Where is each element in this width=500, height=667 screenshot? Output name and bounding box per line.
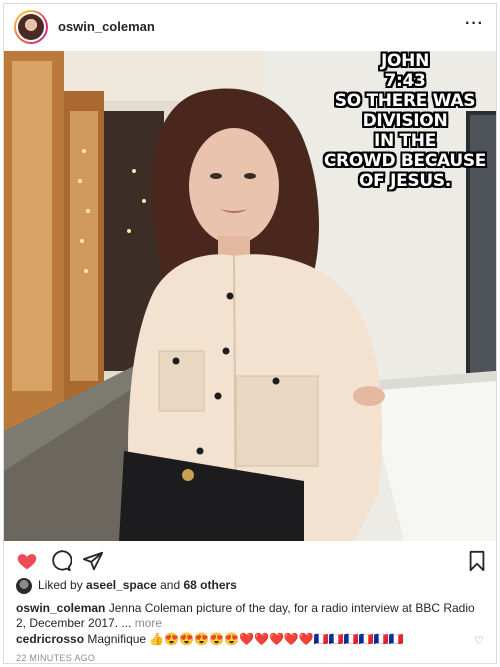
heart-outline-icon[interactable]: ♡ bbox=[474, 634, 484, 647]
caption-more-link[interactable]: more bbox=[135, 616, 162, 630]
instagram-post: oswin_coleman ··· JOHN 7:43 SO THERE WAS… bbox=[3, 3, 497, 664]
action-bar bbox=[4, 544, 496, 578]
avatar[interactable] bbox=[14, 10, 48, 44]
likes-others-link[interactable]: 68 others bbox=[184, 578, 237, 592]
comment-icon[interactable] bbox=[50, 550, 72, 572]
comment: cedricrosso Magnifique 👍😍😍😍😍😍❤️❤️❤️❤️❤️🇫… bbox=[16, 632, 486, 646]
liker-avatar[interactable] bbox=[16, 577, 32, 594]
bookmark-icon[interactable] bbox=[466, 550, 488, 572]
post-timestamp[interactable]: 22 MINUTES AGO bbox=[16, 653, 95, 663]
post-photo[interactable]: JOHN 7:43 SO THERE WAS DIVISION IN THE C… bbox=[4, 51, 496, 541]
post-header: oswin_coleman ··· bbox=[4, 4, 496, 50]
caption-username[interactable]: oswin_coleman bbox=[16, 601, 105, 615]
post-caption: oswin_coleman Jenna Coleman picture of t… bbox=[16, 601, 486, 631]
heart-filled-icon[interactable] bbox=[16, 550, 38, 572]
likes-prefix: Liked by bbox=[38, 578, 83, 592]
username-link[interactable]: oswin_coleman bbox=[58, 19, 155, 34]
avatar-image bbox=[18, 14, 44, 40]
overlay-caption-text: JOHN 7:43 SO THERE WAS DIVISION IN THE C… bbox=[323, 51, 487, 191]
likes-summary: Liked by aseel_space and 68 others bbox=[16, 576, 237, 596]
comment-username[interactable]: cedricrosso bbox=[16, 632, 84, 646]
likes-joiner: and bbox=[160, 578, 181, 592]
comment-text: Magnifique 👍😍😍😍😍😍❤️❤️❤️❤️❤️🇫🇷🇫🇷🇫🇷🇫🇷🇫🇷🇫🇷 bbox=[87, 632, 404, 646]
more-options-icon[interactable]: ··· bbox=[465, 16, 484, 32]
share-icon[interactable] bbox=[82, 550, 104, 572]
liker-username[interactable]: aseel_space bbox=[86, 578, 157, 592]
